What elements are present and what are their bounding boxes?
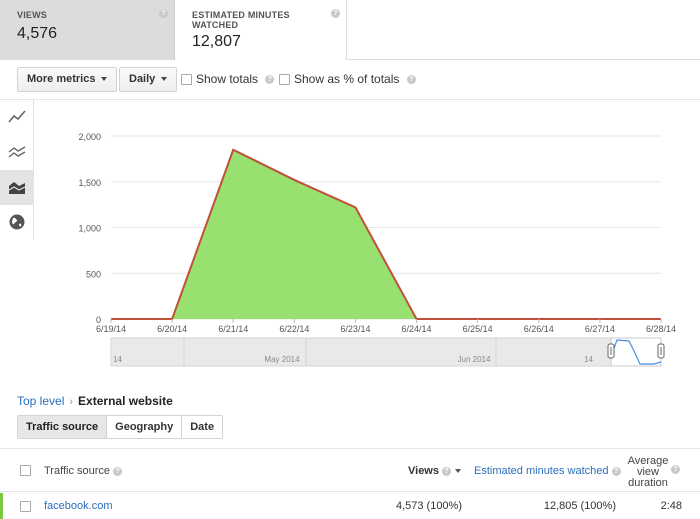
- breadcrumb-current: External website: [78, 394, 173, 408]
- stacked-area-chart-button[interactable]: [0, 170, 34, 205]
- traffic-source-link[interactable]: facebook.com: [44, 500, 112, 512]
- dimension-tabs: Traffic source Geography Date: [17, 415, 224, 439]
- help-icon[interactable]: ?: [113, 466, 123, 476]
- help-icon[interactable]: ?: [671, 465, 680, 474]
- x-tick-label: 6/28/14: [646, 324, 676, 334]
- line-chart-button[interactable]: [0, 100, 34, 135]
- stacked-area-chart-icon: [8, 182, 26, 194]
- timeline-navigator[interactable]: May 2014 Jun 2014 14 14: [110, 337, 665, 367]
- y-axis: 05001,0001,5002,000: [78, 132, 101, 325]
- metric-value: 4,576: [17, 25, 58, 42]
- column-header-minutes-watched[interactable]: Estimated minutes watched ?: [474, 465, 621, 477]
- y-tick-label: 1,000: [78, 224, 101, 234]
- navigator-label: Jun 2014: [458, 355, 491, 364]
- breadcrumb-top-level-link[interactable]: Top level: [17, 394, 64, 408]
- breadcrumb: Top level › External website: [17, 394, 173, 408]
- chart-type-toolbar: [0, 100, 34, 240]
- row-checkbox[interactable]: [20, 501, 31, 512]
- globe-map-icon: [9, 214, 25, 230]
- metric-card-minutes-watched[interactable]: ESTIMATED MINUTES WATCHED 12,807 ?: [175, 0, 347, 60]
- y-tick-label: 1,500: [78, 178, 101, 188]
- column-header-average-view-duration[interactable]: Average view duration ?: [624, 456, 680, 489]
- x-tick-label: 6/27/14: [585, 324, 615, 334]
- y-tick-label: 2,000: [78, 132, 101, 142]
- x-tick-label: 6/22/14: [279, 324, 309, 334]
- help-icon[interactable]: ?: [265, 75, 275, 85]
- views-cell: 4,573 (100%): [395, 500, 462, 512]
- x-tick-label: 6/20/14: [157, 324, 187, 334]
- show-percent-label: Show as % of totals: [294, 72, 400, 86]
- column-label: duration: [628, 477, 668, 489]
- x-tick-label: 6/26/14: [524, 324, 554, 334]
- more-metrics-label: More metrics: [27, 73, 96, 85]
- column-header-views[interactable]: Views ?: [408, 465, 462, 477]
- help-icon[interactable]: ?: [442, 466, 452, 476]
- x-tick-label: 6/21/14: [218, 324, 248, 334]
- duration-cell: 2:48: [660, 500, 682, 512]
- tab-geography[interactable]: Geography: [107, 415, 183, 439]
- x-axis: 6/19/14 6/20/14 6/21/14 6/22/14 6/23/14 6/24/…: [96, 319, 676, 334]
- navigator-label: 14: [584, 355, 593, 364]
- table-header: Traffic source ? Views ? Estimated minut…: [0, 448, 700, 492]
- show-totals-label: Show totals: [196, 72, 259, 86]
- metric-value: 12,807: [192, 33, 241, 50]
- minutes-cell: 12,805 (100%): [543, 500, 616, 512]
- sort-descending-icon: [455, 469, 462, 474]
- metric-label: VIEWS: [17, 10, 48, 20]
- x-tick-label: 6/19/14: [96, 324, 126, 334]
- line-chart-icon: [8, 110, 26, 123]
- column-label: Traffic source: [44, 465, 111, 477]
- show-totals-option[interactable]: Show totals ?: [181, 72, 275, 86]
- help-icon[interactable]: ?: [159, 9, 168, 18]
- metric-card-views[interactable]: VIEWS 4,576 ?: [0, 0, 175, 60]
- x-tick-label: 6/25/14: [463, 324, 493, 334]
- navigator-label: May 2014: [264, 355, 300, 364]
- chevron-down-icon: [161, 77, 168, 82]
- x-tick-label: 6/24/14: [402, 324, 432, 334]
- show-percent-checkbox[interactable]: [279, 74, 290, 85]
- tab-traffic-source[interactable]: Traffic source: [17, 415, 108, 439]
- help-icon[interactable]: ?: [611, 466, 621, 476]
- chevron-right-icon: ›: [69, 396, 74, 408]
- navigator-selection: [610, 337, 662, 367]
- multiline-chart-icon: [8, 146, 26, 158]
- tab-date[interactable]: Date: [182, 415, 224, 439]
- metric-tabs: VIEWS 4,576 ? ESTIMATED MINUTES WATCHED …: [0, 0, 700, 60]
- help-icon[interactable]: ?: [406, 75, 416, 85]
- y-tick-label: 500: [86, 269, 101, 279]
- navigator-track: [110, 337, 662, 367]
- chevron-down-icon: [101, 77, 108, 82]
- show-totals-checkbox[interactable]: [181, 74, 192, 85]
- map-view-button[interactable]: [0, 205, 34, 240]
- x-tick-label: 6/23/14: [340, 324, 370, 334]
- table-row: facebook.com 4,573 (100%) 12,805 (100%) …: [0, 493, 700, 519]
- row-color-indicator: [0, 493, 3, 519]
- column-label: Estimated minutes watched: [474, 465, 609, 477]
- views-area-chart: 05001,0001,5002,000 6/19/14 6/20/14 6/21/1…: [78, 132, 676, 367]
- more-metrics-button[interactable]: More metrics: [17, 67, 118, 92]
- views-series-area: [111, 149, 661, 319]
- chart-controls: More metrics Daily Show totals ? Show as…: [0, 60, 700, 100]
- column-label: Views: [408, 465, 439, 477]
- interval-label: Daily: [129, 73, 156, 85]
- interval-dropdown[interactable]: Daily: [119, 67, 178, 92]
- help-icon[interactable]: ?: [331, 9, 340, 18]
- select-all-checkbox[interactable]: [20, 465, 31, 476]
- column-header-traffic-source: Traffic source ?: [44, 465, 123, 477]
- multiline-chart-button[interactable]: [0, 135, 34, 170]
- show-percent-option[interactable]: Show as % of totals ?: [279, 72, 416, 86]
- metric-label: ESTIMATED MINUTES WATCHED: [192, 10, 290, 30]
- navigator-label: 14: [113, 355, 122, 364]
